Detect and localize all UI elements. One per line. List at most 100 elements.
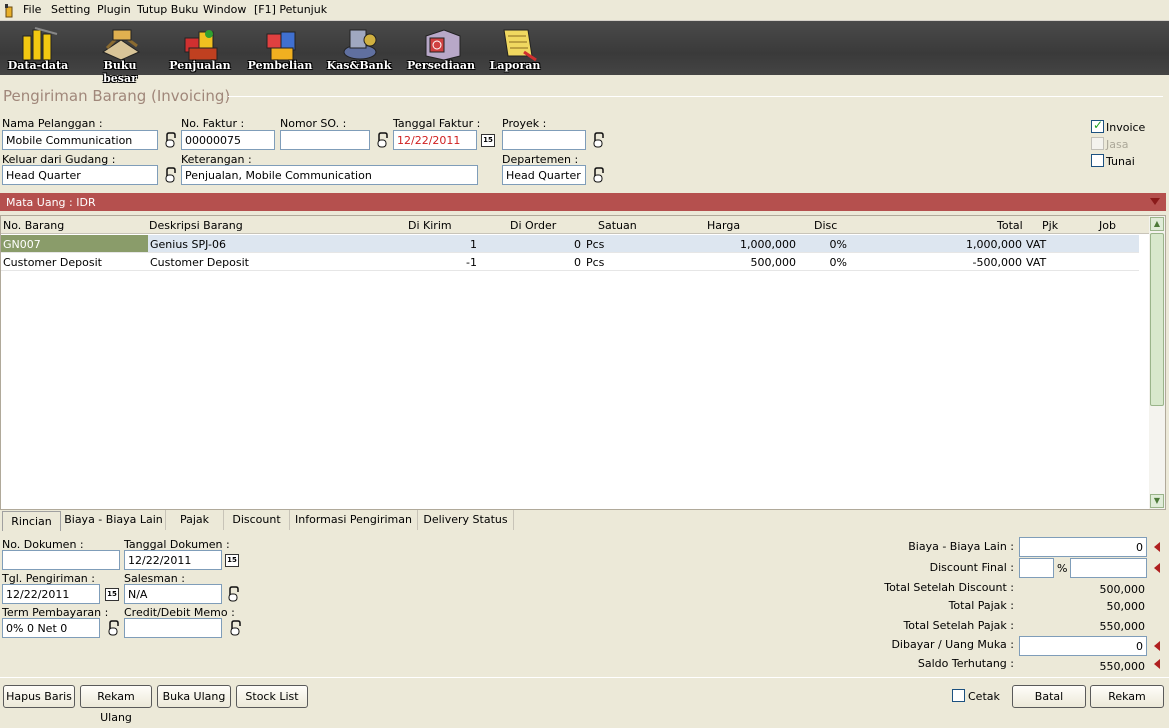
toolbar-label: Penjualan xyxy=(169,59,231,72)
salesman-field[interactable]: N/A xyxy=(124,584,222,604)
other-costs-field[interactable]: 0 xyxy=(1019,537,1147,557)
doc-no-field[interactable] xyxy=(2,550,120,570)
col-total[interactable]: Total xyxy=(997,219,1023,232)
col-deskripsi[interactable]: Deskripsi Barang xyxy=(149,219,243,232)
balance-expand-icon[interactable] xyxy=(1154,659,1160,669)
col-job[interactable]: Job xyxy=(1099,219,1116,232)
calendar-icon[interactable]: 15 xyxy=(105,588,119,601)
table-row[interactable]: Customer Deposit Customer Deposit -1 0 P… xyxy=(1,253,1139,271)
vertical-scrollbar[interactable]: ▲ ▼ xyxy=(1149,216,1165,509)
warehouse-picker-icon[interactable] xyxy=(164,167,178,183)
scroll-thumb[interactable] xyxy=(1150,233,1164,406)
discount-percent-field[interactable] xyxy=(1019,558,1054,578)
col-di-kirim[interactable]: Di Kirim xyxy=(408,219,452,232)
jasa-checkbox[interactable] xyxy=(1091,137,1104,150)
toolbar-persediaan[interactable]: Persediaan xyxy=(406,24,476,74)
delete-row-button[interactable]: Hapus Baris xyxy=(3,685,75,708)
calendar-icon[interactable]: 15 xyxy=(481,134,495,147)
tax-label: Total Pajak : xyxy=(948,599,1014,612)
invoice-checkbox[interactable] xyxy=(1091,118,1104,133)
invoice-date-field[interactable]: 12/22/2011 xyxy=(393,130,477,150)
salesman-picker-icon[interactable] xyxy=(227,586,241,602)
so-field[interactable] xyxy=(280,130,370,150)
cetak-label: Cetak xyxy=(968,690,1000,703)
col-pjk[interactable]: Pjk xyxy=(1042,219,1058,232)
tab-informasi-pengiriman[interactable]: Informasi Pengiriman xyxy=(290,510,418,530)
col-harga[interactable]: Harga xyxy=(707,219,740,232)
ship-date-field[interactable]: 12/22/2011 xyxy=(2,584,100,604)
term-picker-icon[interactable] xyxy=(107,620,121,636)
balance-label: Saldo Terhutang : xyxy=(917,657,1014,670)
project-picker-icon[interactable] xyxy=(592,132,606,148)
menu-file[interactable]: File xyxy=(23,3,41,16)
customer-picker-icon[interactable] xyxy=(164,132,178,148)
scroll-down-button[interactable]: ▼ xyxy=(1150,494,1164,508)
menu-tutup-buku[interactable]: Tutup Buku xyxy=(137,3,198,16)
calendar-icon[interactable]: 15 xyxy=(225,554,239,567)
memo-picker-icon[interactable] xyxy=(229,620,243,636)
toolbar-laporan[interactable]: Laporan xyxy=(480,24,550,74)
discount-amount-field[interactable] xyxy=(1070,558,1147,578)
paid-expand-icon[interactable] xyxy=(1154,641,1160,651)
cell-satuan: Pcs xyxy=(586,238,605,251)
so-label: Nomor SO. : xyxy=(280,117,347,130)
rekam-ulang-button[interactable]: Rekam Ulang xyxy=(80,685,152,724)
buka-ulang-button[interactable]: Buka Ulang xyxy=(157,685,231,708)
project-field[interactable] xyxy=(502,130,586,150)
toolbar-data-data[interactable]: Data-data xyxy=(3,24,73,74)
doc-date-field[interactable]: 12/22/2011 xyxy=(124,550,222,570)
tunai-checkbox[interactable] xyxy=(1091,154,1104,167)
col-no-barang[interactable]: No. Barang xyxy=(3,219,64,232)
app-icon[interactable] xyxy=(4,3,14,18)
so-picker-icon[interactable] xyxy=(376,132,390,148)
rekam-button[interactable]: Rekam xyxy=(1090,685,1164,708)
discount-expand-icon[interactable] xyxy=(1154,563,1160,573)
notes-field[interactable]: Penjualan, Mobile Communication xyxy=(181,165,478,185)
scroll-up-button[interactable]: ▲ xyxy=(1150,217,1164,231)
cetak-checkbox[interactable] xyxy=(952,689,965,702)
toolbar-label: Kas&Bank xyxy=(326,59,392,72)
cell-deskripsi: Customer Deposit xyxy=(150,256,249,269)
after-discount-value: 500,000 xyxy=(1099,583,1146,596)
menu-bar: File Setting Plugin Tutup Buku Window [F… xyxy=(0,0,1169,21)
menu-setting[interactable]: Setting xyxy=(51,3,90,16)
toolbar-pembelian[interactable]: Pembelian xyxy=(245,24,315,74)
paid-field[interactable]: 0 xyxy=(1019,636,1147,656)
stock-list-button[interactable]: Stock List xyxy=(236,685,308,708)
warehouse-field[interactable]: Head Quarter xyxy=(2,165,158,185)
department-picker-icon[interactable] xyxy=(592,167,606,183)
other-costs-expand-icon[interactable] xyxy=(1154,542,1160,552)
cell-total: -500,000 xyxy=(972,256,1022,269)
term-field[interactable]: 0% 0 Net 0 xyxy=(2,618,100,638)
memo-field[interactable] xyxy=(124,618,222,638)
invoice-option-label: Invoice xyxy=(1106,121,1146,134)
batal-button[interactable]: Batal xyxy=(1012,685,1086,708)
customer-field[interactable]: Mobile Communication xyxy=(2,130,158,150)
chevron-down-icon[interactable] xyxy=(1150,198,1160,206)
menu-help[interactable]: [F1] Petunjuk xyxy=(254,3,327,16)
cell-harga: 500,000 xyxy=(750,256,797,269)
paid-label: Dibayar / Uang Muka : xyxy=(891,638,1014,651)
tab-delivery-status[interactable]: Delivery Status xyxy=(418,510,514,530)
currency-label: Mata Uang : IDR xyxy=(6,196,96,209)
tab-rincian[interactable]: Rincian xyxy=(2,511,61,531)
cell-disc: 0% xyxy=(829,238,847,251)
table-row[interactable]: GN007 Genius SPJ-06 1 0 Pcs 1,000,000 0%… xyxy=(1,235,1139,253)
tunai-option-label: Tunai xyxy=(1106,155,1135,168)
department-field[interactable]: Head Quarter xyxy=(502,165,586,185)
tab-biaya-lain[interactable]: Biaya - Biaya Lain xyxy=(62,510,166,530)
menu-window[interactable]: Window xyxy=(203,3,246,16)
invoice-no-field[interactable]: 00000075 xyxy=(181,130,275,150)
menu-plugin[interactable]: Plugin xyxy=(97,3,131,16)
tab-discount[interactable]: Discount xyxy=(224,510,290,530)
currency-bar[interactable]: Mata Uang : IDR xyxy=(0,193,1166,211)
col-di-order[interactable]: Di Order xyxy=(510,219,556,232)
toolbar-penjualan[interactable]: Penjualan xyxy=(165,24,235,74)
tab-pajak[interactable]: Pajak xyxy=(166,510,224,530)
cash-bank-icon xyxy=(343,29,377,60)
toolbar-kas-bank[interactable]: Kas&Bank xyxy=(324,24,394,74)
col-disc[interactable]: Disc xyxy=(814,219,837,232)
toolbar-buku-besar[interactable]: Buku besar xyxy=(85,24,155,85)
item-grid: No. Barang Deskripsi Barang Di Kirim Di … xyxy=(0,215,1166,510)
col-satuan[interactable]: Satuan xyxy=(598,219,637,232)
